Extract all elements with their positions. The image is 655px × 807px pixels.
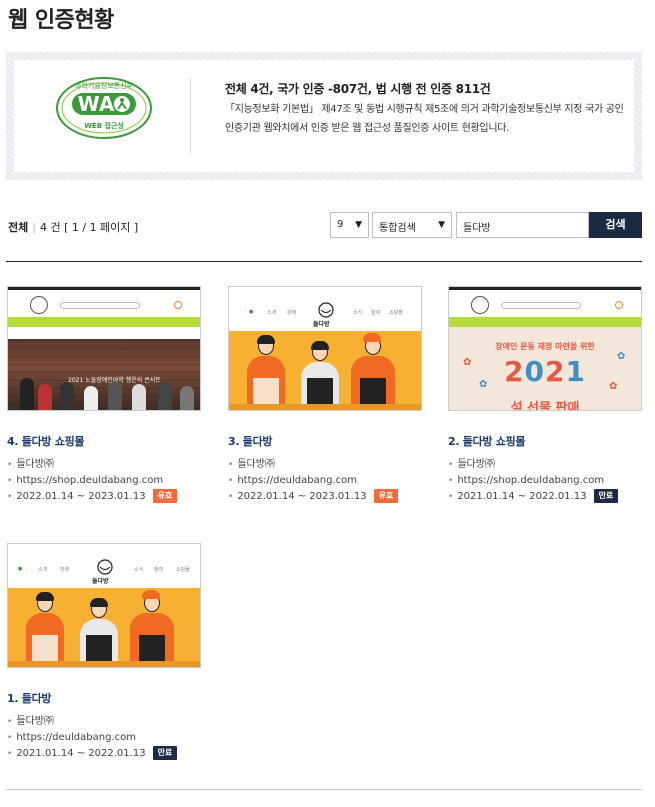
site-title-link[interactable]: 2. 들다방 쇼핑몰 [448, 433, 648, 449]
web-accessibility-mark-logo: 과학기술정보통신부 WA WEB 접근성 [56, 77, 152, 139]
site-title-link[interactable]: 3. 들다방 [228, 433, 428, 449]
status-badge: 만료 [152, 746, 178, 760]
status-badge: 유효 [152, 489, 178, 503]
site-title-link[interactable]: 4. 들다방 쇼핑몰 [7, 433, 207, 449]
site-thumbnail[interactable]: ● 소개 판매 소식 참여 쇼핑몰 들다방 [7, 543, 201, 668]
list-item[interactable]: 2021 노들장애인야학 행운의 콘서트 4. 들다방 쇼핑몰 들다방㈜ htt… [7, 286, 207, 505]
chevron-down-icon: ▼ [438, 220, 445, 230]
list-item[interactable]: 장애인 운동 재정 마련을 위한 2021 설 선물 판매 ✿ ✿ ✿ ✿ 2.… [448, 286, 648, 505]
result-count: 전체 | 4 건 [ 1 / 1 페이지 ] [8, 221, 139, 234]
chevron-down-icon: ▼ [355, 220, 362, 230]
svg-text:WA: WA [78, 92, 115, 116]
cert-period: 2022.01.14 ~ 2023.01.13 [237, 491, 367, 502]
org-name: 들다방㈜ [228, 457, 428, 473]
search-button[interactable]: 검색 [589, 212, 642, 238]
list-item[interactable]: ● 소개 판매 소식 참여 쇼핑몰 들다방 1. 들다방 들다방㈜ https:… [7, 543, 207, 762]
site-url: https://deuldabang.com [7, 730, 207, 746]
cert-period: 2021.01.14 ~ 2022.01.13 [16, 748, 146, 759]
site-thumbnail[interactable]: 2021 노들장애인야학 행운의 콘서트 [7, 286, 201, 411]
info-divider [190, 78, 191, 156]
total-label: 전체 [8, 221, 29, 234]
cert-period: 2021.01.14 ~ 2022.01.13 [457, 491, 587, 502]
count-text: 4 건 [ 1 / 1 페이지 ] [39, 221, 139, 234]
certification-info-box: 과학기술정보통신부 WA WEB 접근성 전체 4건, 국가 인증 -807건,… [6, 52, 642, 180]
site-url: https://shop.deuldabang.com [448, 473, 648, 489]
search-type-select[interactable]: 통합검색 ▼ [372, 212, 452, 238]
site-thumbnail[interactable]: ● 소개 판매 소식 참여 쇼핑몰 들다방 [228, 286, 422, 411]
list-item[interactable]: ● 소개 판매 소식 참여 쇼핑몰 들다방 3. 들다방 들다방㈜ https:… [228, 286, 428, 505]
list-bottom-divider [6, 789, 642, 790]
info-headline: 전체 4건, 국가 인증 -807건, 법 시행 전 인증 811건 [225, 82, 491, 96]
site-url: https://shop.deuldabang.com [7, 473, 207, 489]
site-thumbnail[interactable]: 장애인 운동 재정 마련을 위한 2021 설 선물 판매 ✿ ✿ ✿ ✿ [448, 286, 642, 411]
site-url: https://deuldabang.com [228, 473, 428, 489]
list-divider [6, 261, 642, 262]
page-title: 웹 인증현황 [8, 8, 114, 33]
per-page-select[interactable]: 9 ▼ [330, 212, 369, 238]
org-name: 들다방㈜ [7, 714, 207, 730]
status-badge: 만료 [593, 489, 619, 503]
search-input[interactable]: 들다방 [456, 212, 589, 238]
status-badge: 유효 [373, 489, 399, 503]
info-description: 「지능정보화 기본법」 제47조 및 동법 시행규칙 제5조에 의거 과학기술정… [225, 104, 624, 134]
svg-text:WEB 접근성: WEB 접근성 [84, 121, 124, 130]
site-title-link[interactable]: 1. 들다방 [7, 690, 207, 706]
svg-text:과학기술정보통신부: 과학기술정보통신부 [75, 81, 134, 90]
org-name: 들다방㈜ [448, 457, 648, 473]
cert-period: 2022.01.14 ~ 2023.01.13 [16, 491, 146, 502]
org-name: 들다방㈜ [7, 457, 207, 473]
